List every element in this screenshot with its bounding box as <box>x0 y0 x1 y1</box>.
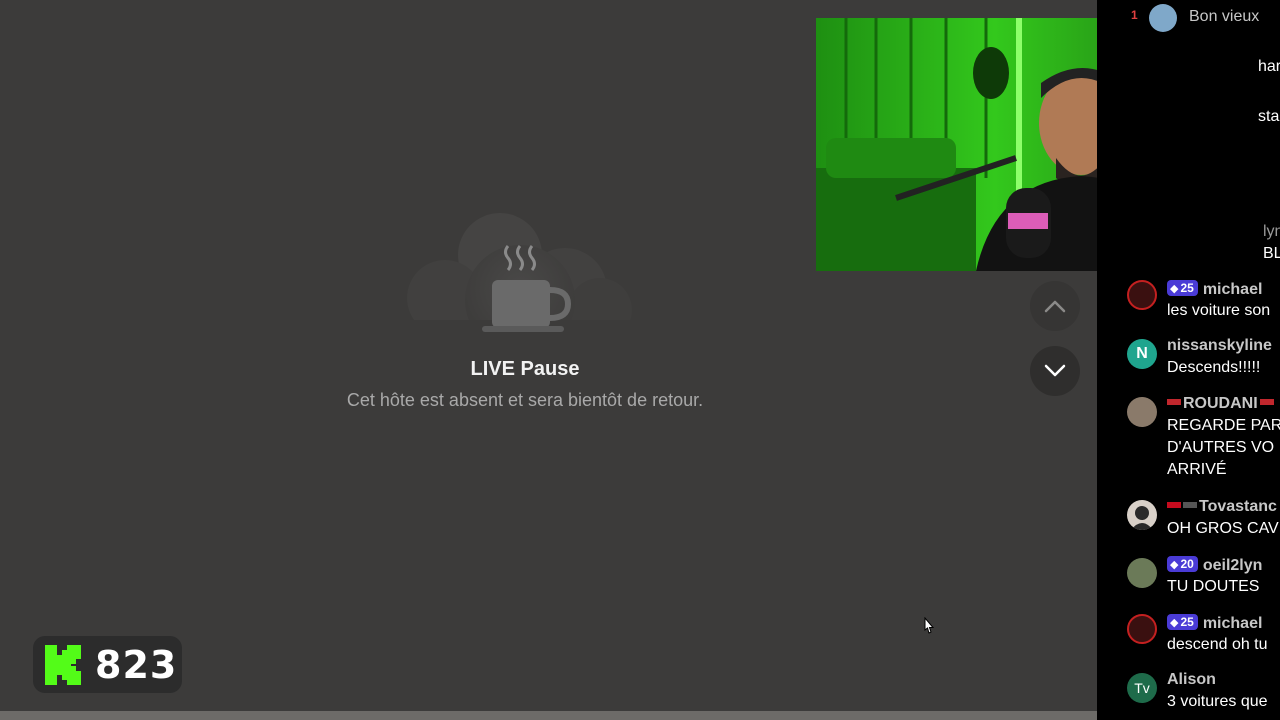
message-text: les voiture son <box>1167 302 1271 319</box>
flag-icon <box>1183 502 1197 508</box>
viewer-count: 823 <box>95 642 178 687</box>
gem-icon: ◆ <box>1170 559 1179 571</box>
flag-icon <box>1259 399 1274 405</box>
username[interactable]: michael <box>1203 615 1263 632</box>
flag-icon <box>1167 399 1181 405</box>
flag-icon <box>1167 502 1181 508</box>
avatar <box>1127 280 1157 310</box>
previous-stream-button[interactable] <box>1030 281 1080 331</box>
avatar <box>1149 4 1177 32</box>
pause-subtitle: Cet hôte est absent et sera bientôt de r… <box>346 390 704 410</box>
subscriber-badge: ◆ 25 <box>1167 280 1198 296</box>
mouse-cursor-icon <box>924 617 935 634</box>
gem-icon: ◆ <box>1170 283 1179 295</box>
avatar <box>1127 500 1157 530</box>
message-text: OH GROS CAV <box>1167 520 1279 537</box>
username[interactable]: nissanskyline <box>1167 337 1272 355</box>
username[interactable]: oeil2lyn <box>1203 557 1263 574</box>
kick-logo-icon <box>45 644 81 685</box>
username[interactable]: ROUDANI <box>1183 395 1258 412</box>
viewer-count-badge: 823 <box>33 636 182 693</box>
coffee-cup-icon <box>400 213 640 340</box>
username[interactable]: michael <box>1203 281 1263 298</box>
message-text: descend oh tu <box>1167 636 1268 653</box>
message-text: D'AUTRES VO <box>1167 439 1275 456</box>
progress-strip <box>0 711 1097 720</box>
pause-title: LIVE Pause <box>470 358 580 380</box>
username[interactable]: Tovastanc <box>1199 498 1277 515</box>
next-stream-button[interactable] <box>1030 346 1080 396</box>
chevron-down-icon <box>1044 364 1066 377</box>
message-text: TU DOUTES <box>1167 578 1260 595</box>
chevron-up-icon <box>1044 300 1066 313</box>
avatar <box>1127 397 1157 427</box>
subscriber-badge: ◆ 20 <box>1167 556 1198 572</box>
avatar: N <box>1127 339 1157 369</box>
subscriber-badge: ◆ 25 <box>1167 614 1198 630</box>
avatar: Tv <box>1127 673 1157 703</box>
avatar <box>1127 558 1157 588</box>
avatar <box>1127 614 1157 644</box>
message-text: 3 voitures que <box>1167 693 1268 710</box>
username[interactable]: Alison <box>1167 671 1216 689</box>
message-text: REGARDE PAR <box>1167 417 1280 434</box>
message-text: Descends!!!!! <box>1167 359 1261 376</box>
gem-icon: ◆ <box>1170 617 1179 629</box>
message-text: ARRIVÉ <box>1167 461 1227 478</box>
chat-panel[interactable]: 1 Bon vieux har sta lyn BL ◆ 25 michael le… <box>1097 0 1280 720</box>
